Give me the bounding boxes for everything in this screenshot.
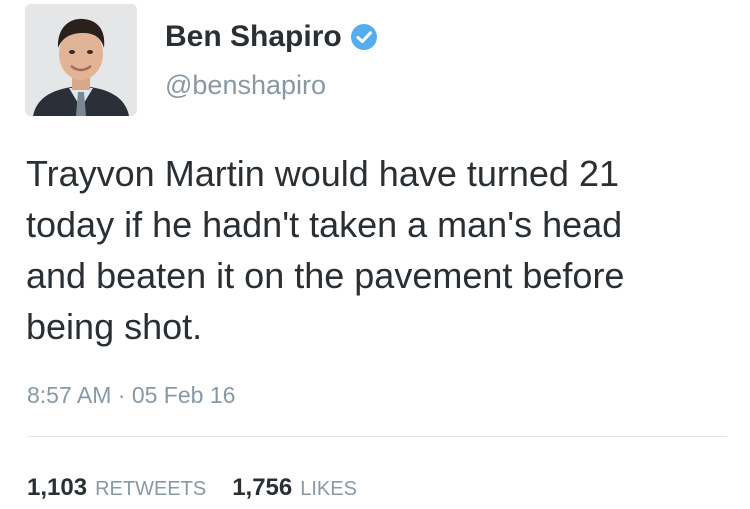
tweet-text: Trayvon Martin would have turned 21 toda… [26, 148, 726, 352]
divider [27, 436, 727, 437]
verified-badge-icon [350, 23, 378, 51]
tweet-stats: 1,103 RETWEETS 1,756 LIKES [27, 474, 383, 502]
author-display-name[interactable]: Ben Shapiro [165, 20, 342, 54]
tweet-text-line: Trayvon Martin would have turned 21 [26, 153, 619, 194]
retweets-stat[interactable]: 1,103 RETWEETS [27, 474, 206, 502]
avatar-image [25, 4, 137, 116]
likes-label: LIKES [300, 478, 357, 500]
tweet-card: Ben Shapiro @benshapiro Trayvon Martin w… [0, 0, 750, 509]
tweet-timestamp[interactable]: 8:57 AM · 05 Feb 16 [27, 382, 235, 409]
likes-stat[interactable]: 1,756 LIKES [232, 474, 357, 502]
tweet-text-line: today if he hadn't taken a man's head [26, 204, 623, 245]
author-name-row: Ben Shapiro [165, 20, 378, 54]
tweet-text-line: being shot. [26, 306, 203, 347]
author-handle[interactable]: @benshapiro [165, 70, 326, 101]
tweet-text-line: and beaten it on the pavement before [26, 255, 625, 296]
retweets-label: RETWEETS [95, 478, 207, 500]
avatar[interactable] [25, 4, 137, 116]
retweets-count: 1,103 [27, 474, 88, 501]
likes-count: 1,756 [232, 474, 293, 501]
